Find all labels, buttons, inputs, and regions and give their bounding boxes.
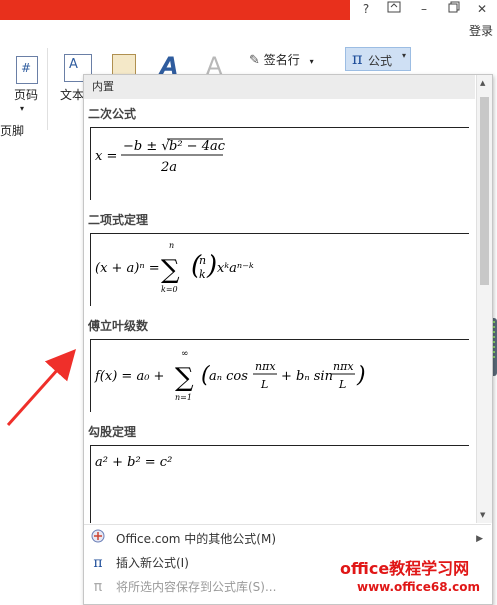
svg-text:∑: ∑	[175, 363, 194, 393]
svg-text:n=1: n=1	[175, 393, 192, 402]
equation-item-fourier[interactable]: f(x) = a₀ + ∞ ∑ n=1 ( aₙ cos nπx L + bₙ …	[90, 339, 469, 412]
svg-text:L: L	[260, 378, 268, 391]
equation-title: 二次公式	[88, 107, 137, 121]
svg-text:L: L	[338, 378, 346, 391]
equation-title: 勾股定理	[88, 425, 137, 439]
pythagorean-theorem: a² + b² = c²	[95, 455, 172, 470]
svg-text:k=0: k=0	[161, 285, 178, 294]
watermark-url: www.office68.com	[357, 580, 481, 594]
arrow-left	[6, 349, 77, 427]
gallery-header: 内置	[84, 75, 475, 99]
svg-text:2a: 2a	[160, 160, 177, 175]
svg-text:nπx: nπx	[255, 360, 276, 373]
svg-text:f(x) = a₀ +: f(x) = a₀ +	[94, 369, 164, 384]
scrollbar-thumb[interactable]	[480, 97, 489, 285]
save-equation-icon: π	[93, 579, 103, 595]
gallery-scrollbar[interactable]: ▲ ▼	[476, 75, 492, 523]
svg-text:∞: ∞	[181, 349, 189, 359]
svg-text:∑: ∑	[161, 255, 180, 285]
svg-text:a² + b² = c²: a² + b² = c²	[95, 455, 172, 470]
svg-text:n: n	[169, 241, 174, 250]
svg-text:aₙ cos: aₙ cos	[209, 369, 248, 384]
pi-icon: π	[93, 555, 103, 571]
svg-text:(x + a)ⁿ =: (x + a)ⁿ =	[95, 261, 160, 276]
equation-item-pythagorean[interactable]: a² + b² = c²	[90, 445, 469, 523]
chevron-right-icon: ▶	[476, 534, 483, 544]
svg-text:+ bₙ sin: + bₙ sin	[281, 369, 333, 384]
svg-text:xᵏaⁿ⁻ᵏ: xᵏaⁿ⁻ᵏ	[217, 261, 254, 276]
svg-text:−b ± √: −b ± √	[123, 139, 170, 154]
svg-text:n: n	[199, 254, 206, 267]
svg-text:k: k	[199, 268, 206, 281]
more-equations-office-item[interactable]: Office.com 中的其他公式(M) ▶	[84, 527, 491, 551]
equation-title: 二项式定理	[88, 213, 149, 227]
menu-item-label: 插入新公式(I)	[116, 556, 189, 570]
menu-item-label: 将所选内容保存到公式库(S)...	[116, 580, 277, 594]
equation-item-quadratic[interactable]: x = −b ± √ b² − 4ac 2a	[90, 127, 469, 200]
binomial-theorem: (x + a)ⁿ = n ∑ k=0 ( n k ) xᵏaⁿ⁻ᵏ	[95, 241, 254, 294]
quadratic-formula: x = −b ± √ b² − 4ac 2a	[95, 138, 226, 175]
equation-gallery: 二次公式 x = −b ± √ b² − 4ac 2a 二项式定理 (x + a…	[84, 99, 475, 523]
scroll-up-icon[interactable]: ▲	[480, 79, 485, 87]
menu-divider	[84, 524, 491, 525]
fourier-series: f(x) = a₀ + ∞ ∑ n=1 ( aₙ cos nπx L + bₙ …	[94, 349, 366, 402]
equation-item-binomial[interactable]: (x + a)ⁿ = n ∑ k=0 ( n k ) xᵏaⁿ⁻ᵏ	[90, 233, 469, 306]
menu-item-label: Office.com 中的其他公式(M)	[116, 532, 277, 546]
svg-text:nπx: nπx	[333, 360, 354, 373]
svg-text:): )	[356, 363, 366, 388]
svg-text:): )	[206, 251, 217, 281]
office-icon	[90, 527, 106, 551]
watermark-title: office教程学习网	[340, 559, 470, 578]
svg-text:x =: x =	[95, 149, 117, 164]
equation-title: 傅立叶级数	[88, 319, 149, 333]
svg-text:b² − 4ac: b² − 4ac	[169, 139, 226, 154]
equation-dropdown: 内置 二次公式 x = −b ± √ b² − 4ac 2a 二项式定理 (x …	[83, 74, 493, 605]
scroll-down-icon[interactable]: ▼	[480, 511, 485, 519]
